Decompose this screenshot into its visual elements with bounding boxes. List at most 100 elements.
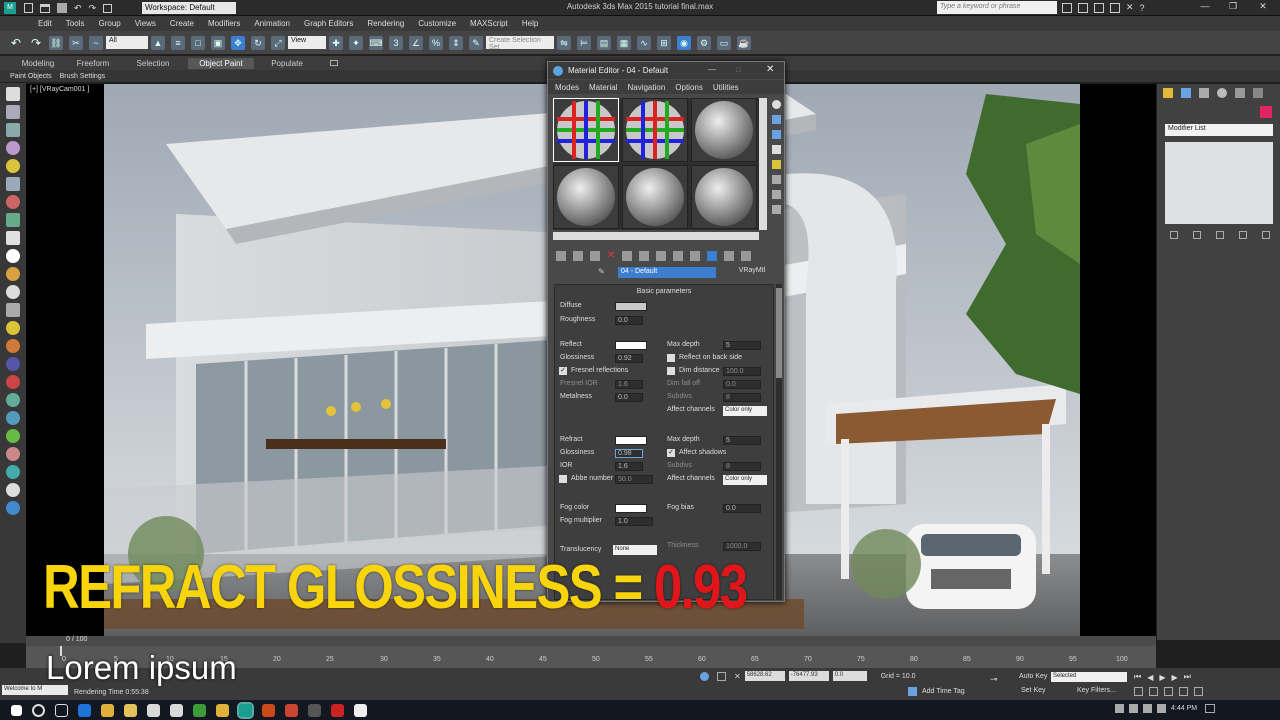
render-setup-icon[interactable]: ⚙ xyxy=(697,35,711,50)
tray-icon[interactable] xyxy=(1115,704,1124,713)
fire-icon[interactable] xyxy=(6,339,20,353)
time-slider[interactable]: 0 / 100 xyxy=(26,636,1156,646)
sample-slot[interactable] xyxy=(691,98,757,162)
play-icon[interactable]: ▶ xyxy=(1159,673,1165,682)
rollout-scrollbar-thumb[interactable] xyxy=(776,288,782,378)
metalness-spinner[interactable]: 0.0 xyxy=(615,393,643,402)
character-icon[interactable] xyxy=(6,447,20,461)
time-tag-icon[interactable] xyxy=(908,687,917,696)
menu-maxscript[interactable]: MAXScript xyxy=(470,19,508,28)
material-editor-icon[interactable]: ◉ xyxy=(677,35,691,50)
field-of-view-icon[interactable] xyxy=(1164,687,1173,696)
key-filters-button[interactable]: Key Filters... xyxy=(1077,687,1116,694)
fresnel-checkbox[interactable]: ✓ xyxy=(559,367,567,375)
snaps-toggle-icon[interactable]: 3 xyxy=(389,35,403,50)
put-to-scene-icon[interactable] xyxy=(573,250,583,261)
video-color-check-icon[interactable] xyxy=(772,160,781,169)
make-copy-icon[interactable] xyxy=(622,250,633,261)
modifier-stack[interactable] xyxy=(1165,142,1273,224)
menu-graph-editors[interactable]: Graph Editors xyxy=(304,19,353,28)
get-material-icon[interactable] xyxy=(556,250,566,261)
subscription-icon[interactable] xyxy=(1078,2,1088,13)
menu-group[interactable]: Group xyxy=(98,19,120,28)
backlight-icon[interactable] xyxy=(772,115,781,124)
binoculars-icon[interactable] xyxy=(1062,2,1072,13)
space-warp-icon[interactable] xyxy=(6,393,20,407)
water-icon[interactable] xyxy=(6,465,20,479)
menu-create[interactable]: Create xyxy=(170,19,194,28)
me-menu-utilities[interactable]: Utilities xyxy=(713,83,739,92)
percent-snap-icon[interactable]: % xyxy=(429,35,443,50)
pivot-center-icon[interactable]: ✚ xyxy=(329,35,343,50)
menu-edit[interactable]: Edit xyxy=(38,19,52,28)
previous-frame-icon[interactable]: ◀ xyxy=(1147,673,1153,682)
z-coordinate-field[interactable]: 0.0 xyxy=(832,671,867,681)
motion-tab-icon[interactable] xyxy=(1217,88,1227,98)
close-button[interactable]: ✕ xyxy=(1252,1,1274,14)
teapot-icon[interactable] xyxy=(6,249,20,263)
add-time-tag-button[interactable]: Add Time Tag xyxy=(922,688,965,695)
me-menu-material[interactable]: Material xyxy=(589,83,617,92)
align-icon[interactable]: ⊨ xyxy=(577,35,591,50)
pin-stack-icon[interactable] xyxy=(1170,231,1178,239)
reference-coordinate-dropdown[interactable]: View xyxy=(288,36,326,49)
chrome-icon[interactable] xyxy=(101,703,114,717)
menu-tools[interactable]: Tools xyxy=(66,19,85,28)
me-close-button[interactable]: ✕ xyxy=(766,64,774,75)
cone-icon[interactable] xyxy=(6,303,20,317)
select-by-name-icon[interactable]: ≡ xyxy=(171,35,185,50)
absolute-mode-icon[interactable]: ✕ xyxy=(734,672,741,681)
app-icon[interactable] xyxy=(216,703,229,717)
create-tab-icon[interactable] xyxy=(1163,88,1173,98)
roughness-spinner[interactable]: 0.0 xyxy=(615,316,643,325)
app-icon[interactable] xyxy=(285,703,298,717)
help-icon[interactable]: ? xyxy=(1140,3,1145,13)
reflect-subdivs-spinner[interactable]: 8 xyxy=(723,393,761,402)
maximize-viewport-icon[interactable] xyxy=(1194,687,1203,696)
tab-modeling[interactable]: Modeling xyxy=(8,58,68,69)
assign-to-selection-icon[interactable] xyxy=(590,250,600,261)
favorites-icon[interactable] xyxy=(1110,2,1120,13)
next-frame-icon[interactable]: ▶ xyxy=(1172,673,1178,682)
tab-selection[interactable]: Selection xyxy=(118,58,188,69)
selection-lock-icon[interactable] xyxy=(717,671,726,681)
app-icon[interactable] xyxy=(193,703,206,717)
minimize-button[interactable]: — xyxy=(1194,1,1216,14)
go-to-parent-icon[interactable] xyxy=(724,250,735,261)
network-icon[interactable] xyxy=(1129,704,1138,713)
me-menu-modes[interactable]: Modes xyxy=(555,83,579,92)
me-menu-options[interactable]: Options xyxy=(675,83,703,92)
remove-modifier-icon[interactable] xyxy=(1239,231,1247,239)
select-move-icon[interactable]: ✥ xyxy=(231,35,245,50)
sample-slot[interactable] xyxy=(691,165,757,229)
selection-filter-dropdown[interactable]: All xyxy=(106,36,148,49)
display-tab-icon[interactable] xyxy=(1235,88,1245,98)
undo-icon[interactable]: ↶ xyxy=(9,36,23,50)
sphere-icon[interactable] xyxy=(6,141,20,155)
globe-icon[interactable] xyxy=(6,411,20,425)
background-icon[interactable] xyxy=(772,130,781,139)
pick-material-icon[interactable]: ✎ xyxy=(598,267,606,277)
fog-color-swatch[interactable] xyxy=(615,504,647,513)
search-input[interactable]: Type a keyword or phrase xyxy=(937,1,1057,14)
reset-map-icon[interactable]: ✕ xyxy=(607,250,615,261)
tab-populate[interactable]: Populate xyxy=(254,58,320,69)
menu-animation[interactable]: Animation xyxy=(254,19,290,28)
go-forward-sibling-icon[interactable] xyxy=(741,250,752,261)
select-icon[interactable] xyxy=(6,87,20,101)
viewport-label[interactable]: [+] [VRayCam001 ] xyxy=(30,86,89,93)
light-icon[interactable] xyxy=(6,159,20,173)
3ds-max-taskbar-icon[interactable] xyxy=(237,701,254,719)
panel-brush-settings[interactable]: Brush Settings xyxy=(60,73,106,80)
window-crossing-icon[interactable]: ▣ xyxy=(211,35,225,50)
cortana-icon[interactable] xyxy=(32,703,45,717)
box-icon[interactable] xyxy=(6,105,20,119)
configure-sets-icon[interactable] xyxy=(1262,231,1270,239)
sample-type-icon[interactable] xyxy=(772,100,781,109)
dim-distance-spinner[interactable]: 100.0 xyxy=(723,367,761,376)
go-to-end-icon[interactable]: ⏭ xyxy=(1184,672,1191,682)
app-icon[interactable] xyxy=(262,703,275,717)
make-preview-icon[interactable] xyxy=(772,175,781,184)
select-scale-icon[interactable]: ⤢ xyxy=(271,35,285,50)
camera-icon[interactable] xyxy=(6,177,20,191)
